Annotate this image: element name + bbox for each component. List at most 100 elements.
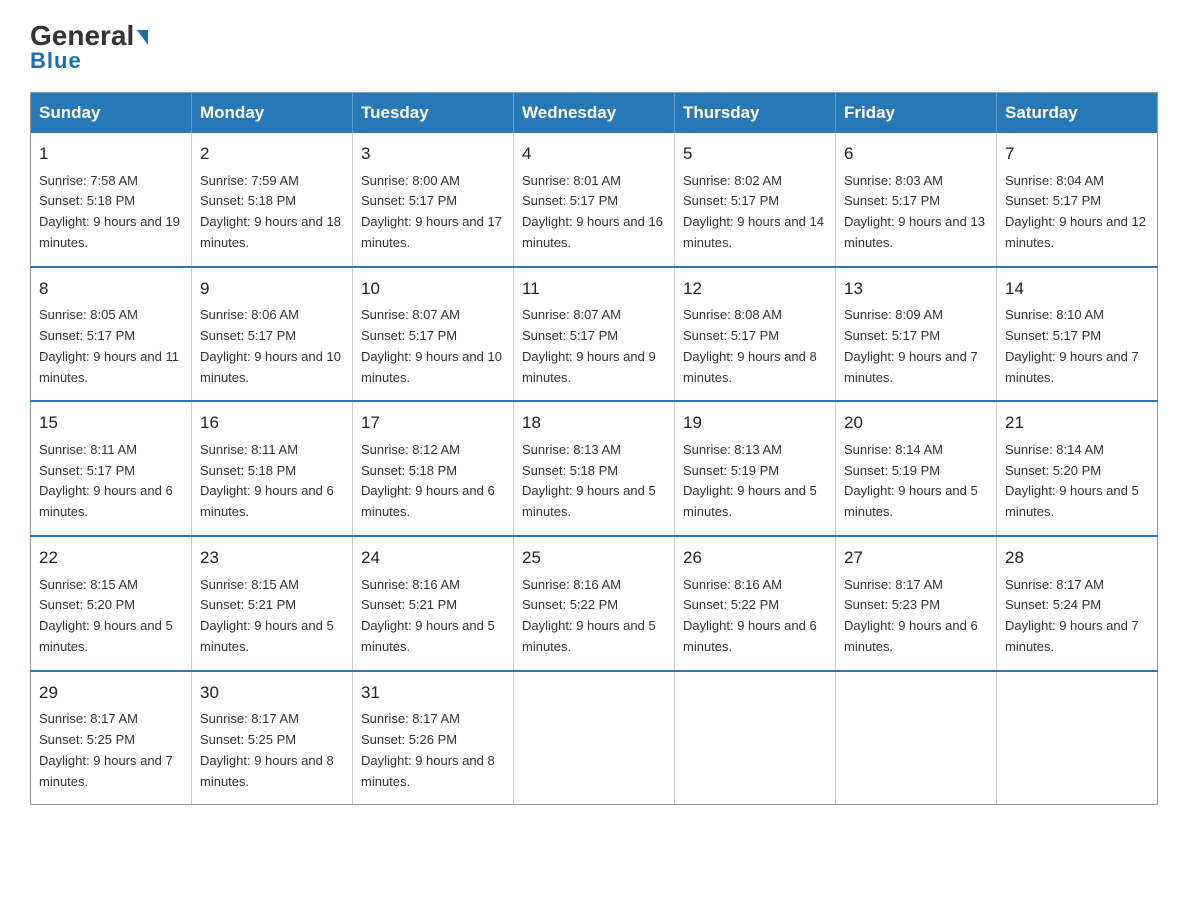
calendar-header: SundayMondayTuesdayWednesdayThursdayFrid… (31, 93, 1158, 134)
week-row-5: 29 Sunrise: 8:17 AMSunset: 5:25 PMDaylig… (31, 671, 1158, 805)
day-number: 25 (522, 545, 666, 571)
logo-line2: Blue (30, 48, 82, 74)
day-info: Sunrise: 8:08 AMSunset: 5:17 PMDaylight:… (683, 307, 817, 384)
day-cell: 10 Sunrise: 8:07 AMSunset: 5:17 PMDaylig… (353, 267, 514, 402)
day-info: Sunrise: 8:15 AMSunset: 5:20 PMDaylight:… (39, 577, 173, 654)
day-cell: 26 Sunrise: 8:16 AMSunset: 5:22 PMDaylig… (675, 536, 836, 671)
day-number: 15 (39, 410, 183, 436)
day-cell: 29 Sunrise: 8:17 AMSunset: 5:25 PMDaylig… (31, 671, 192, 805)
day-number: 1 (39, 141, 183, 167)
day-cell: 20 Sunrise: 8:14 AMSunset: 5:19 PMDaylig… (836, 401, 997, 536)
day-number: 13 (844, 276, 988, 302)
day-number: 29 (39, 680, 183, 706)
day-info: Sunrise: 8:16 AMSunset: 5:22 PMDaylight:… (522, 577, 656, 654)
day-number: 11 (522, 276, 666, 302)
day-cell: 21 Sunrise: 8:14 AMSunset: 5:20 PMDaylig… (997, 401, 1158, 536)
day-cell: 4 Sunrise: 8:01 AMSunset: 5:17 PMDayligh… (514, 133, 675, 267)
day-number: 12 (683, 276, 827, 302)
day-cell: 5 Sunrise: 8:02 AMSunset: 5:17 PMDayligh… (675, 133, 836, 267)
day-info: Sunrise: 8:03 AMSunset: 5:17 PMDaylight:… (844, 173, 985, 250)
week-row-2: 8 Sunrise: 8:05 AMSunset: 5:17 PMDayligh… (31, 267, 1158, 402)
calendar-table: SundayMondayTuesdayWednesdayThursdayFrid… (30, 92, 1158, 805)
day-cell: 19 Sunrise: 8:13 AMSunset: 5:19 PMDaylig… (675, 401, 836, 536)
day-number: 4 (522, 141, 666, 167)
day-number: 21 (1005, 410, 1149, 436)
day-number: 17 (361, 410, 505, 436)
day-info: Sunrise: 8:17 AMSunset: 5:26 PMDaylight:… (361, 711, 495, 788)
day-cell: 3 Sunrise: 8:00 AMSunset: 5:17 PMDayligh… (353, 133, 514, 267)
page-header: General Blue (30, 20, 1158, 74)
day-number: 10 (361, 276, 505, 302)
day-info: Sunrise: 8:10 AMSunset: 5:17 PMDaylight:… (1005, 307, 1139, 384)
day-number: 31 (361, 680, 505, 706)
day-number: 7 (1005, 141, 1149, 167)
week-row-3: 15 Sunrise: 8:11 AMSunset: 5:17 PMDaylig… (31, 401, 1158, 536)
day-of-week-thursday: Thursday (675, 93, 836, 134)
day-info: Sunrise: 8:13 AMSunset: 5:18 PMDaylight:… (522, 442, 656, 519)
day-info: Sunrise: 8:12 AMSunset: 5:18 PMDaylight:… (361, 442, 495, 519)
day-info: Sunrise: 8:11 AMSunset: 5:17 PMDaylight:… (39, 442, 173, 519)
day-info: Sunrise: 8:05 AMSunset: 5:17 PMDaylight:… (39, 307, 179, 384)
day-info: Sunrise: 7:58 AMSunset: 5:18 PMDaylight:… (39, 173, 180, 250)
day-cell: 31 Sunrise: 8:17 AMSunset: 5:26 PMDaylig… (353, 671, 514, 805)
calendar-body: 1 Sunrise: 7:58 AMSunset: 5:18 PMDayligh… (31, 133, 1158, 805)
day-number: 26 (683, 545, 827, 571)
day-number: 5 (683, 141, 827, 167)
day-cell: 7 Sunrise: 8:04 AMSunset: 5:17 PMDayligh… (997, 133, 1158, 267)
day-info: Sunrise: 8:15 AMSunset: 5:21 PMDaylight:… (200, 577, 334, 654)
day-of-week-friday: Friday (836, 93, 997, 134)
day-of-week-tuesday: Tuesday (353, 93, 514, 134)
week-row-1: 1 Sunrise: 7:58 AMSunset: 5:18 PMDayligh… (31, 133, 1158, 267)
day-cell: 24 Sunrise: 8:16 AMSunset: 5:21 PMDaylig… (353, 536, 514, 671)
day-cell: 25 Sunrise: 8:16 AMSunset: 5:22 PMDaylig… (514, 536, 675, 671)
day-info: Sunrise: 8:01 AMSunset: 5:17 PMDaylight:… (522, 173, 663, 250)
day-number: 3 (361, 141, 505, 167)
day-cell: 22 Sunrise: 8:15 AMSunset: 5:20 PMDaylig… (31, 536, 192, 671)
day-of-week-sunday: Sunday (31, 93, 192, 134)
day-cell: 30 Sunrise: 8:17 AMSunset: 5:25 PMDaylig… (192, 671, 353, 805)
day-info: Sunrise: 8:14 AMSunset: 5:19 PMDaylight:… (844, 442, 978, 519)
day-of-week-saturday: Saturday (997, 93, 1158, 134)
day-number: 19 (683, 410, 827, 436)
day-cell (675, 671, 836, 805)
day-info: Sunrise: 8:11 AMSunset: 5:18 PMDaylight:… (200, 442, 334, 519)
day-cell: 16 Sunrise: 8:11 AMSunset: 5:18 PMDaylig… (192, 401, 353, 536)
day-number: 30 (200, 680, 344, 706)
day-cell (836, 671, 997, 805)
day-info: Sunrise: 8:17 AMSunset: 5:24 PMDaylight:… (1005, 577, 1139, 654)
day-cell: 28 Sunrise: 8:17 AMSunset: 5:24 PMDaylig… (997, 536, 1158, 671)
day-info: Sunrise: 8:17 AMSunset: 5:25 PMDaylight:… (39, 711, 173, 788)
day-number: 20 (844, 410, 988, 436)
day-info: Sunrise: 8:07 AMSunset: 5:17 PMDaylight:… (361, 307, 502, 384)
week-row-4: 22 Sunrise: 8:15 AMSunset: 5:20 PMDaylig… (31, 536, 1158, 671)
day-cell: 2 Sunrise: 7:59 AMSunset: 5:18 PMDayligh… (192, 133, 353, 267)
day-of-week-wednesday: Wednesday (514, 93, 675, 134)
day-cell: 9 Sunrise: 8:06 AMSunset: 5:17 PMDayligh… (192, 267, 353, 402)
day-number: 14 (1005, 276, 1149, 302)
day-number: 18 (522, 410, 666, 436)
day-info: Sunrise: 8:07 AMSunset: 5:17 PMDaylight:… (522, 307, 656, 384)
day-cell: 1 Sunrise: 7:58 AMSunset: 5:18 PMDayligh… (31, 133, 192, 267)
day-cell: 12 Sunrise: 8:08 AMSunset: 5:17 PMDaylig… (675, 267, 836, 402)
day-number: 22 (39, 545, 183, 571)
day-info: Sunrise: 8:13 AMSunset: 5:19 PMDaylight:… (683, 442, 817, 519)
day-info: Sunrise: 8:02 AMSunset: 5:17 PMDaylight:… (683, 173, 824, 250)
day-cell: 17 Sunrise: 8:12 AMSunset: 5:18 PMDaylig… (353, 401, 514, 536)
day-cell: 27 Sunrise: 8:17 AMSunset: 5:23 PMDaylig… (836, 536, 997, 671)
day-info: Sunrise: 8:06 AMSunset: 5:17 PMDaylight:… (200, 307, 341, 384)
day-info: Sunrise: 8:16 AMSunset: 5:21 PMDaylight:… (361, 577, 495, 654)
day-number: 9 (200, 276, 344, 302)
day-cell (514, 671, 675, 805)
day-header-row: SundayMondayTuesdayWednesdayThursdayFrid… (31, 93, 1158, 134)
day-number: 27 (844, 545, 988, 571)
day-number: 16 (200, 410, 344, 436)
day-cell: 8 Sunrise: 8:05 AMSunset: 5:17 PMDayligh… (31, 267, 192, 402)
day-cell: 6 Sunrise: 8:03 AMSunset: 5:17 PMDayligh… (836, 133, 997, 267)
day-number: 6 (844, 141, 988, 167)
day-info: Sunrise: 8:04 AMSunset: 5:17 PMDaylight:… (1005, 173, 1146, 250)
day-cell: 18 Sunrise: 8:13 AMSunset: 5:18 PMDaylig… (514, 401, 675, 536)
day-number: 2 (200, 141, 344, 167)
day-info: Sunrise: 8:16 AMSunset: 5:22 PMDaylight:… (683, 577, 817, 654)
day-cell: 11 Sunrise: 8:07 AMSunset: 5:17 PMDaylig… (514, 267, 675, 402)
day-cell: 14 Sunrise: 8:10 AMSunset: 5:17 PMDaylig… (997, 267, 1158, 402)
